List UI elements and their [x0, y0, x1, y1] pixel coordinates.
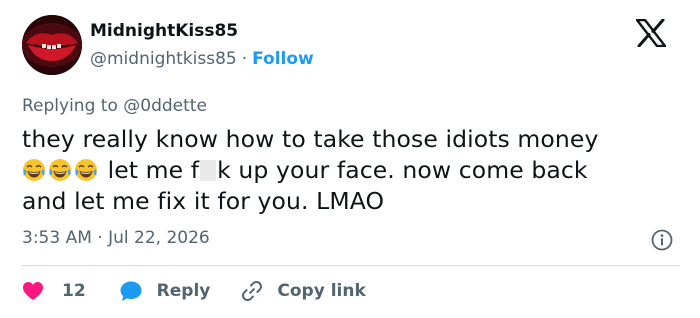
timestamp[interactable]: 3:53 AM · Jul 22, 2026 [22, 228, 210, 248]
separator-dot: · [241, 49, 248, 69]
reply-button[interactable]: Reply [119, 280, 211, 302]
avatar[interactable] [22, 15, 82, 75]
author-handle[interactable]: @midnightkiss85 [90, 49, 237, 69]
tweet-text-line-3: and let me fix it for you. LMAO [22, 187, 385, 215]
tears-of-joy-emoji [49, 159, 71, 181]
replying-to-mention[interactable]: @0ddette [123, 96, 207, 116]
reply-label: Reply [156, 281, 211, 301]
censor-block [200, 160, 217, 181]
speech-bubble-icon [120, 281, 142, 301]
info-icon[interactable] [651, 229, 673, 251]
tears-of-joy-emoji [23, 159, 45, 181]
tweet-text-line-2a: let me f [107, 156, 200, 184]
tweet-text-line-2b: k up your face. now come back [217, 156, 588, 184]
action-bar: 12 Reply Copy link [22, 276, 366, 306]
emoji-group [22, 156, 108, 184]
tweet-text-line-1: they really know how to take those idiot… [22, 125, 599, 153]
tweet-text: they really know how to take those idiot… [22, 124, 682, 217]
display-name[interactable]: MidnightKiss85 [90, 21, 238, 41]
like-count: 12 [62, 281, 86, 301]
like-button[interactable]: 12 [22, 281, 86, 301]
tears-of-joy-emoji [75, 159, 97, 181]
divider [22, 265, 680, 266]
copy-link-button[interactable]: Copy link [240, 279, 366, 303]
link-icon [242, 280, 263, 302]
author-handle-row: @midnightkiss85 · Follow [90, 49, 314, 69]
replying-to-line: Replying to @0ddette [22, 96, 207, 116]
avatar-image [22, 15, 82, 75]
replying-prefix: Replying to [22, 96, 124, 116]
follow-button[interactable]: Follow [252, 49, 314, 69]
x-logo-icon[interactable] [635, 18, 667, 48]
heart-icon [23, 282, 43, 300]
copy-link-label: Copy link [277, 281, 366, 301]
